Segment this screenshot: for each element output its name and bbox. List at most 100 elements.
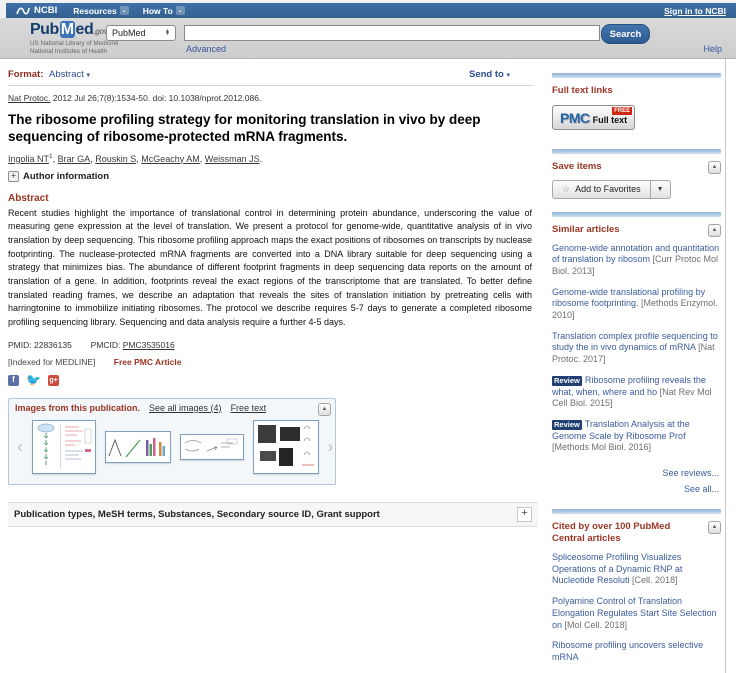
review-badge: Review [552, 376, 582, 386]
author-information-label: Author information [23, 171, 109, 182]
pmc-full-text-button[interactable]: PMCFull text FREE [552, 105, 635, 130]
figure-thumbnail[interactable] [253, 420, 319, 474]
main-column: Format: Abstract ▾ Send to ▾ Nat Protoc.… [0, 59, 540, 673]
abstract-text: Recent studies highlight the importance … [8, 207, 532, 330]
author-link[interactable]: Weissman JS [205, 154, 260, 164]
journal-link[interactable]: Nat Protoc. [8, 93, 51, 103]
article-title: The ribosome profiling strategy for moni… [8, 111, 530, 146]
googleplus-icon[interactable]: g+ [48, 375, 59, 386]
twitter-icon[interactable]: 🐦 [28, 375, 39, 386]
favorites-dropdown-button[interactable]: ▼ [651, 180, 671, 199]
indexed-label: [Indexed for MEDLINE] [8, 357, 95, 367]
publication-types-label: Publication types, MeSH terms, Substance… [14, 509, 380, 520]
figure-thumbnail[interactable] [180, 434, 244, 460]
author-information-toggle[interactable]: + Author information [8, 171, 540, 182]
article-source: [Mol Cell. 2018] [562, 620, 627, 630]
author-entry: Ingolia NT1, [8, 154, 58, 164]
add-to-favorites-button[interactable]: ☆ Add to Favorites [552, 180, 651, 199]
portlet-divider [552, 509, 721, 514]
figure-thumbnail[interactable] [32, 420, 96, 474]
cited-by-item: Spliceosome Profiling Visualizes Operati… [552, 552, 721, 587]
collapse-icon[interactable]: ▲ [708, 161, 721, 174]
strip-left-arrow-icon[interactable]: ‹ [17, 438, 23, 455]
portlet-divider [552, 73, 721, 78]
search-input[interactable] [184, 25, 600, 41]
similar-article-item: Genome-wide translational profiling by r… [552, 287, 721, 322]
similar-article-item: ReviewTranslation Analysis at the Genome… [552, 419, 721, 454]
expand-plus-icon: + [8, 171, 19, 182]
similar-article-item: ReviewRibosome profiling reveals the wha… [552, 375, 721, 410]
heading-text: Full text links [552, 85, 613, 97]
images-portlet: Images from this publication. See all im… [8, 398, 336, 485]
author-link[interactable]: Rouskin S [95, 154, 136, 164]
ncbi-swoosh-icon [16, 6, 30, 16]
see-reviews-link[interactable]: See reviews... [552, 465, 719, 481]
author-link[interactable]: McGeachy AM [141, 154, 200, 164]
free-text-link[interactable]: Free text [231, 403, 267, 413]
similar-article-item: Translation complex profile sequencing t… [552, 331, 721, 366]
citation-line: Nat Protoc. 2012 Jul 26;7(8):1534-50. do… [8, 93, 540, 103]
collapse-icon[interactable]: ▲ [708, 521, 721, 534]
help-link[interactable]: Help [703, 44, 722, 54]
article-source: [Methods Mol Biol. 2016] [552, 442, 651, 452]
send-to-control[interactable]: Send to ▾ [469, 69, 510, 80]
collapse-icon[interactable]: ▲ [708, 224, 721, 237]
see-all-link[interactable]: See all... [552, 481, 719, 497]
search-header: PubMed.gov US National Library of Medici… [0, 18, 736, 59]
author-link[interactable]: Brar GA [58, 154, 91, 164]
abstract-heading: Abstract [8, 193, 540, 204]
topbar-howto[interactable]: How To ⌄ [143, 6, 185, 16]
facebook-icon[interactable]: f [8, 375, 19, 386]
figure-thumbnail[interactable] [105, 431, 171, 463]
citation-rest: 2012 Jul 26;7(8):1534-50. doi: 10.1038/n… [51, 93, 262, 103]
heading-text: Cited by over 100 PubMed Central article… [552, 521, 702, 545]
publication-types-bar[interactable]: Publication types, MeSH terms, Substance… [8, 502, 538, 527]
divider [8, 85, 534, 86]
review-badge: Review [552, 420, 582, 430]
database-select[interactable]: PubMed ▲▼ [106, 25, 176, 41]
chevron-down-icon: ▾ [506, 72, 510, 79]
topbar-resources[interactable]: Resources ⌄ [73, 6, 128, 16]
free-pmc-article-link[interactable]: Free PMC Article [114, 357, 182, 367]
article-link[interactable]: Translation complex profile sequencing t… [552, 331, 718, 353]
advanced-link[interactable]: Advanced [186, 44, 226, 54]
expand-plus-icon[interactable]: + [517, 507, 532, 522]
howto-label: How To [143, 6, 173, 16]
article-link[interactable]: Ribosome profiling uncovers selective mR… [552, 640, 703, 662]
collapse-icon[interactable]: ▲ [318, 403, 331, 416]
format-value[interactable]: Abstract ▾ [49, 69, 90, 80]
pmcid-link[interactable]: PMC3535016 [123, 340, 175, 350]
pmid-row: PMID: 22836135 PMCID: PMC3535016 [8, 340, 540, 350]
logo-pub: Pub [30, 21, 59, 38]
cited-by-list: Spliceosome Profiling Visualizes Operati… [552, 552, 721, 664]
ncbi-topbar: NCBI Resources ⌄ How To ⌄ Sign in to NCB… [6, 3, 736, 18]
images-header: Images from this publication. See all im… [15, 403, 329, 413]
sign-in-link[interactable]: Sign in to NCBI [664, 6, 726, 16]
format-value-text: Abstract [49, 69, 84, 80]
pmid-value: 22836135 [34, 340, 72, 350]
author-entry: Weissman JS. [205, 154, 262, 164]
format-label: Format: [8, 69, 43, 80]
org-line1: US National Library of Medicine [30, 40, 119, 48]
similar-articles-heading: Similar articles ▲ [552, 224, 721, 236]
see-all-images-link[interactable]: See all images (4) [149, 403, 222, 413]
author-entry: Rouskin S, [95, 154, 141, 164]
page-body: Format: Abstract ▾ Send to ▾ Nat Protoc.… [0, 59, 736, 673]
cited-by-item: Ribosome profiling uncovers selective mR… [552, 640, 721, 663]
sidebar: Full text links PMCFull text FREE Save i… [548, 59, 726, 673]
search-button[interactable]: Search [601, 24, 650, 44]
images-heading: Images from this publication. [15, 403, 140, 413]
format-control[interactable]: Format: Abstract ▾ [8, 69, 90, 80]
article-source: [Cell. 2018] [630, 575, 678, 585]
full-text-links-heading: Full text links [552, 85, 721, 97]
topbar-wrap: NCBI Resources ⌄ How To ⌄ Sign in to NCB… [0, 0, 736, 18]
send-to-label: Send to [469, 69, 504, 80]
pmc-full-text-label: Full text [593, 115, 628, 125]
social-share-row: f 🐦 g+ [8, 375, 540, 386]
strip-right-arrow-icon[interactable]: › [328, 438, 334, 455]
database-select-value: PubMed [112, 28, 146, 38]
author-link[interactable]: Ingolia NT [8, 154, 49, 164]
heading-text: Similar articles [552, 224, 620, 236]
resources-label: Resources [73, 6, 116, 16]
ncbi-logo[interactable]: NCBI [16, 5, 57, 16]
